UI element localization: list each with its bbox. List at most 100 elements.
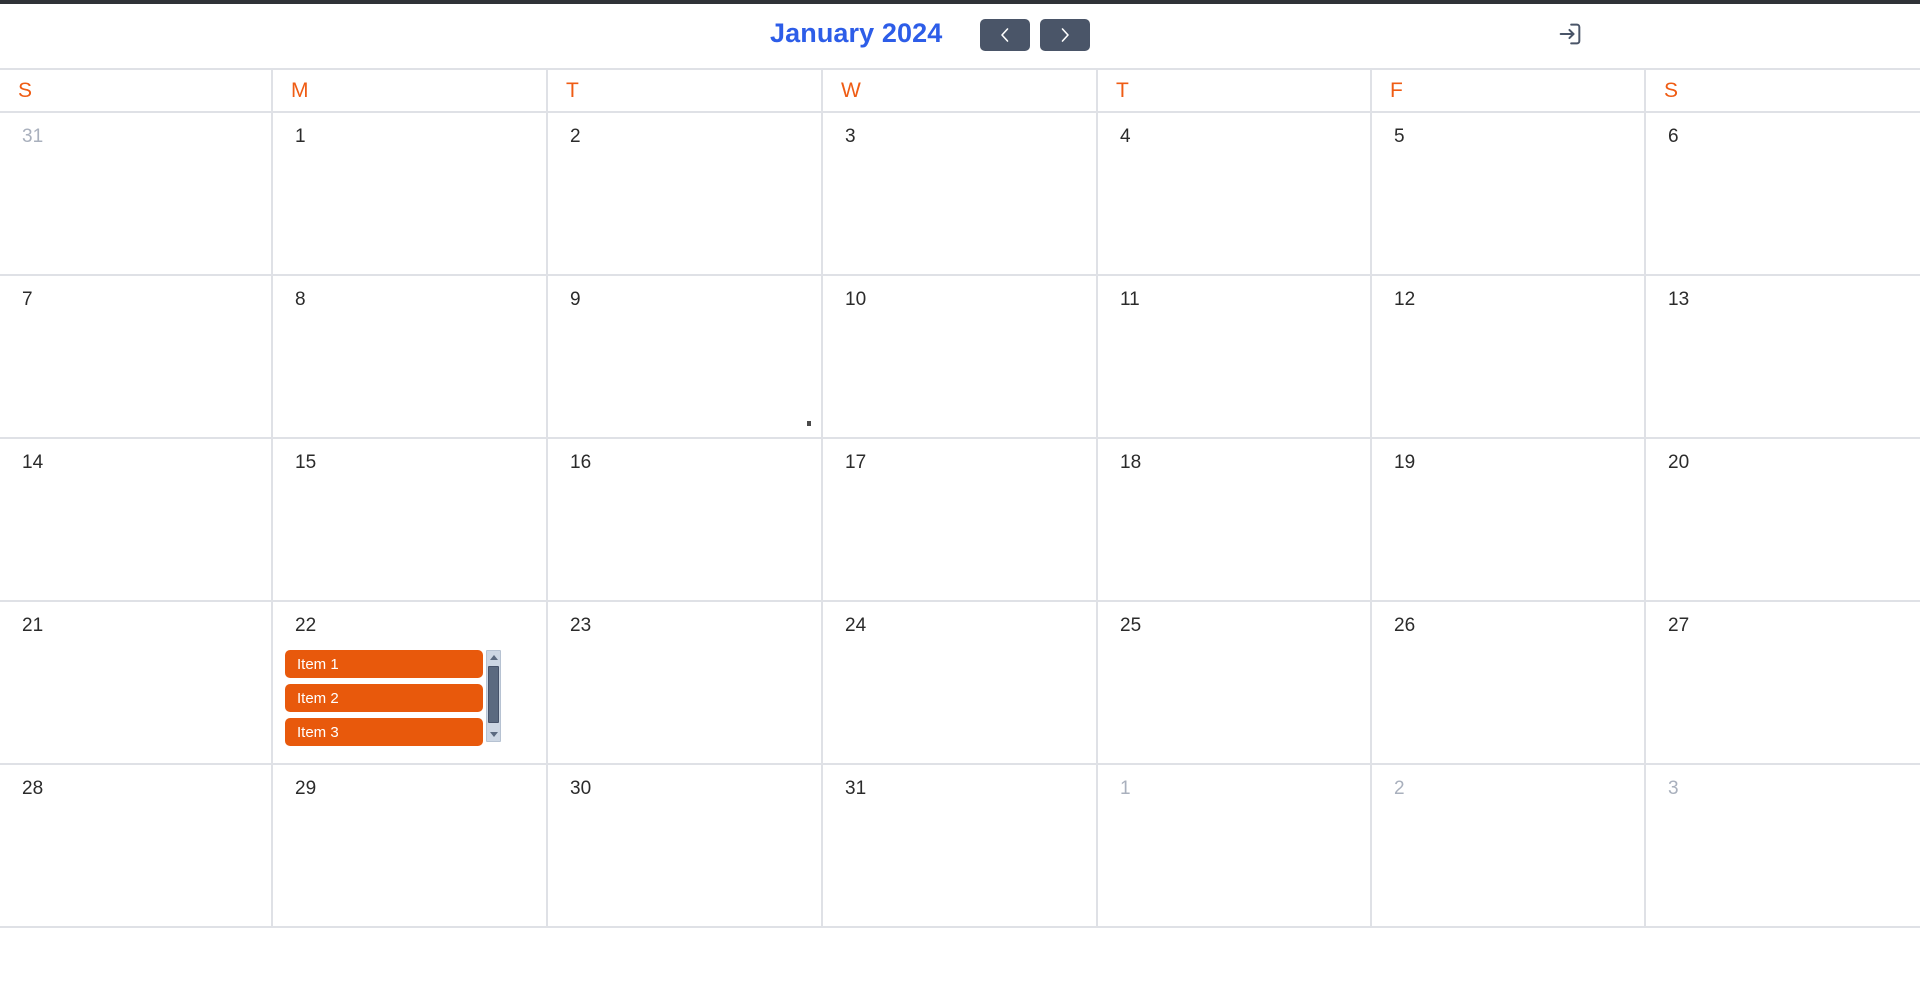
day-number: 7: [22, 289, 33, 310]
day-cell[interactable]: 16: [548, 439, 823, 602]
event-item[interactable]: Item 1: [285, 650, 483, 678]
day-number: 26: [1394, 615, 1416, 636]
scroll-up-arrow-icon[interactable]: [487, 651, 500, 664]
weekday-header-3: W: [823, 70, 1098, 111]
day-cell[interactable]: 10: [823, 276, 1098, 439]
day-cell[interactable]: 12: [1372, 276, 1646, 439]
event-item[interactable]: Item 3: [285, 718, 483, 746]
weekday-label: T: [1116, 78, 1129, 102]
day-cell[interactable]: 18: [1098, 439, 1372, 602]
day-cell[interactable]: 30: [548, 765, 823, 928]
day-number: 22: [295, 615, 317, 636]
page-title: January 2024: [770, 18, 943, 48]
day-cell[interactable]: 1: [1098, 765, 1372, 928]
scroll-down-arrow-icon[interactable]: [487, 728, 500, 741]
next-month-button[interactable]: [1040, 19, 1090, 51]
day-number: 3: [845, 126, 856, 147]
day-number: 1: [295, 126, 306, 147]
day-cell[interactable]: 24: [823, 602, 1098, 765]
day-number: 13: [1668, 289, 1690, 310]
weekday-label: F: [1390, 78, 1403, 102]
chevron-left-icon: [998, 26, 1012, 44]
day-cell[interactable]: 11: [1098, 276, 1372, 439]
day-cell[interactable]: 26: [1372, 602, 1646, 765]
day-number: 2: [1394, 778, 1405, 799]
day-cell[interactable]: 27: [1646, 602, 1920, 765]
day-number: 9: [570, 289, 581, 310]
day-cell[interactable]: 19: [1372, 439, 1646, 602]
day-number: 18: [1120, 452, 1142, 473]
day-number: 11: [1120, 289, 1140, 310]
day-number: 14: [22, 452, 44, 473]
day-cell[interactable]: 20: [1646, 439, 1920, 602]
day-cell[interactable]: 9: [548, 276, 823, 439]
day-cell[interactable]: 3: [1646, 765, 1920, 928]
day-number: 15: [295, 452, 317, 473]
day-number: 25: [1120, 615, 1142, 636]
day-number: 27: [1668, 615, 1690, 636]
day-number: 23: [570, 615, 592, 636]
weekday-header-row: SMTWTFS: [0, 68, 1920, 113]
day-cell[interactable]: 28: [0, 765, 273, 928]
day-number: 1: [1120, 778, 1131, 799]
login-icon: [1556, 20, 1584, 51]
day-number: 19: [1394, 452, 1416, 473]
weekday-label: M: [291, 78, 309, 102]
day-cell[interactable]: 2: [1372, 765, 1646, 928]
day-cell[interactable]: 15: [273, 439, 548, 602]
weekday-label: W: [841, 78, 861, 102]
day-cell[interactable]: 4: [1098, 113, 1372, 276]
day-number: 31: [845, 778, 867, 799]
day-number: 21: [22, 615, 44, 636]
day-cell[interactable]: 29: [273, 765, 548, 928]
cursor-marker: [807, 421, 811, 426]
day-cell[interactable]: 23: [548, 602, 823, 765]
day-cell[interactable]: 17: [823, 439, 1098, 602]
day-cell[interactable]: 31: [823, 765, 1098, 928]
scrollbar-thumb[interactable]: [488, 666, 499, 723]
weekday-label: S: [18, 78, 33, 102]
day-cell[interactable]: 21: [0, 602, 273, 765]
day-cell[interactable]: 2: [548, 113, 823, 276]
day-number: 16: [570, 452, 592, 473]
weekday-header-6: S: [1646, 70, 1920, 111]
weekday-header-1: M: [273, 70, 548, 111]
weekday-header-0: S: [0, 70, 273, 111]
event-item[interactable]: Item 2: [285, 684, 483, 712]
day-cell[interactable]: 8: [273, 276, 548, 439]
day-number: 20: [1668, 452, 1690, 473]
day-number: 30: [570, 778, 592, 799]
calendar-app: January 2024 S M T W T F S 31 1 2 3 4 5 …: [0, 0, 1920, 986]
weekday-header-2: T: [548, 70, 823, 111]
day-cell[interactable]: 7: [0, 276, 273, 439]
calendar-grid: 31 1 2 3 4 5 6 7 8 9 10 11 12 13 14 15 16 17 18 19 20 21 22 Ite…: [0, 113, 1920, 928]
day-cell[interactable]: 13: [1646, 276, 1920, 439]
day-number: 4: [1120, 126, 1131, 147]
events-container: Item 1 Item 2 Item 3: [285, 650, 501, 750]
events-scrollbar[interactable]: [486, 650, 501, 742]
day-cell[interactable]: 25: [1098, 602, 1372, 765]
day-cell[interactable]: 1: [273, 113, 548, 276]
day-number: 10: [845, 289, 867, 310]
day-cell[interactable]: 14: [0, 439, 273, 602]
previous-month-button[interactable]: [980, 19, 1030, 51]
login-button[interactable]: [1548, 16, 1592, 54]
chevron-right-icon: [1058, 26, 1072, 44]
day-cell[interactable]: 31: [0, 113, 273, 276]
day-number: 6: [1668, 126, 1679, 147]
day-cell[interactable]: 6: [1646, 113, 1920, 276]
day-number: 8: [295, 289, 306, 310]
weekday-header-4: T: [1098, 70, 1372, 111]
calendar-header: January 2024: [0, 4, 1920, 68]
weekday-label: S: [1664, 78, 1679, 102]
day-cell[interactable]: 5: [1372, 113, 1646, 276]
day-cell[interactable]: 3: [823, 113, 1098, 276]
day-number: 24: [845, 615, 867, 636]
day-number: 12: [1394, 289, 1416, 310]
day-number: 2: [570, 126, 581, 147]
day-number: 31: [22, 126, 44, 147]
weekday-header-5: F: [1372, 70, 1646, 111]
day-cell[interactable]: 22 Item 1 Item 2 Item 3: [273, 602, 548, 765]
events-list: Item 1 Item 2 Item 3: [285, 650, 483, 750]
weekday-label: T: [566, 78, 579, 102]
